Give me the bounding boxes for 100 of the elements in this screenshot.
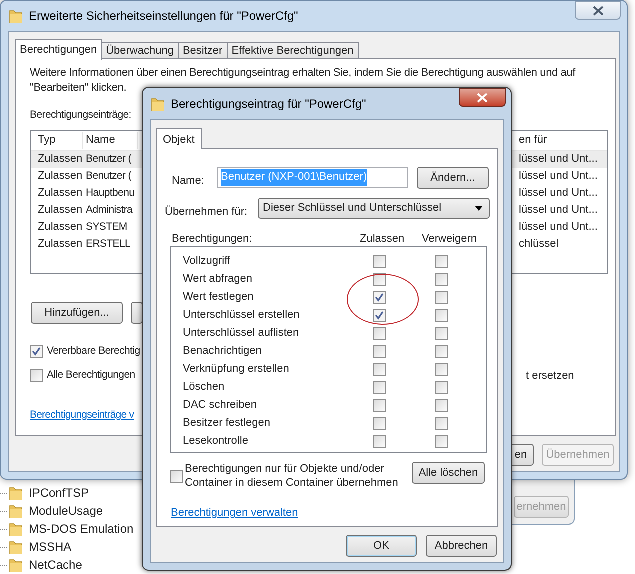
column-header: Verweigern <box>422 232 478 247</box>
table-cell-text: Zulassen <box>37 186 83 202</box>
window-title: Erweiterte Sicherheitseinstellungen für "PowerCfg" <box>29 8 298 25</box>
folder-icon <box>9 485 23 501</box>
checkbox[interactable] <box>373 416 386 430</box>
checkbox-label: Alle Berechtigungen <box>47 368 136 383</box>
permission-label: Unterschlüssel erstellen <box>182 308 301 323</box>
folder-icon <box>9 539 23 555</box>
checkbox[interactable] <box>373 326 386 340</box>
tree-line <box>0 528 7 530</box>
tree-item[interactable]: NetCache <box>29 556 82 574</box>
table-cell-text: lüssel und Unt... <box>518 152 599 168</box>
folder-icon <box>9 8 23 24</box>
tree-item[interactable]: MSSHA <box>29 538 72 556</box>
column-header[interactable]: Typ <box>31 132 83 149</box>
checkbox[interactable] <box>30 345 43 358</box>
label: Übernehmen für: <box>165 204 248 220</box>
checkbox[interactable] <box>435 254 448 268</box>
table-cell-text: Benutzer ( <box>85 152 132 167</box>
checkbox[interactable] <box>373 362 386 376</box>
checkbox[interactable] <box>435 326 448 340</box>
highlight-ellipse <box>347 274 419 325</box>
column-header[interactable]: en für <box>517 132 607 149</box>
checkbox[interactable] <box>435 380 448 394</box>
label: Berechtigungen: <box>172 232 252 247</box>
dropdown[interactable]: Dieser Schlüssel und Unterschlüssel <box>258 198 490 219</box>
checkbox[interactable] <box>373 290 386 304</box>
tab[interactable]: Berechtigungen <box>15 39 102 60</box>
folder-icon <box>9 521 23 537</box>
button[interactable]: OK <box>346 535 417 557</box>
selected-text: Benutzer (NXP-001\Benutzer) <box>221 169 368 186</box>
table-cell-text: Administra <box>85 202 134 218</box>
permission-label: Vollzugriff <box>182 254 232 269</box>
tree-item[interactable]: MS-DOS Emulation <box>29 520 134 538</box>
checkbox-label: t ersetzen <box>526 369 574 384</box>
checkbox[interactable] <box>435 308 448 322</box>
tree-line <box>0 546 7 548</box>
link[interactable]: Berechtigungen verwalten <box>171 505 298 522</box>
checkbox[interactable] <box>435 344 448 358</box>
table-cell-text: lüssel und Unt... <box>518 186 599 202</box>
permission-label: Besitzer festlegen <box>182 416 272 431</box>
permission-label: Wert festlegen <box>182 290 255 305</box>
checkbox[interactable] <box>435 272 448 286</box>
button[interactable] <box>131 302 143 324</box>
checkbox[interactable] <box>373 434 386 448</box>
table-cell-text: Zulassen <box>37 152 83 168</box>
tree-item[interactable]: ModuleUsage <box>29 502 104 520</box>
close-icon <box>592 6 604 16</box>
dialog-title: Berechtigungseintrag für "PowerCfg" <box>171 96 366 112</box>
table-cell-text: Zulassen <box>37 220 83 236</box>
checkbox[interactable] <box>373 398 386 412</box>
column-header[interactable]: Name <box>83 132 138 149</box>
table-cell-text: ERSTELL <box>85 236 132 252</box>
permission-label: Benachrichtigen <box>182 344 263 359</box>
table-cell-text: lüssel und Unt... <box>518 203 599 218</box>
checkbox-label: Vererbbare Berechtig <box>47 344 140 359</box>
checkbox[interactable] <box>30 369 43 382</box>
close-icon <box>477 92 488 102</box>
link[interactable]: Berechtigungseinträge v <box>30 408 134 424</box>
checkbox[interactable] <box>373 308 386 322</box>
label: Berechtigungseinträge: <box>30 108 132 123</box>
button[interactable]: Hinzufügen... <box>31 302 123 324</box>
column-header: Zulassen <box>360 232 405 247</box>
checkbox[interactable] <box>435 290 448 304</box>
checkbox[interactable] <box>435 398 448 412</box>
close-button[interactable] <box>575 1 621 20</box>
checkbox[interactable] <box>435 362 448 376</box>
table-cell-text: Hauptbenu <box>85 186 136 201</box>
tree-line <box>0 564 7 566</box>
table-cell-text: Benutzer ( <box>85 168 132 184</box>
checkbox[interactable] <box>373 272 386 286</box>
button[interactable]: Ändern... <box>417 167 489 189</box>
checkbox[interactable] <box>373 380 386 394</box>
label: Name: <box>172 174 204 189</box>
folder-icon <box>9 503 23 519</box>
tree-item[interactable]: IPConfTSP <box>29 484 90 502</box>
permission-label: Unterschlüssel auflisten <box>182 326 300 341</box>
table-cell-text: Zulassen <box>37 237 83 252</box>
folder-icon <box>9 557 23 573</box>
close-button[interactable] <box>459 88 506 107</box>
checkbox[interactable] <box>435 434 448 448</box>
permission-label: Verknüpfung erstellen <box>182 362 290 377</box>
tree-line <box>0 492 7 494</box>
table-cell-text: SYSTEM <box>85 220 128 235</box>
info-text: Weitere Informationen über einen Berechtigungseintrag erhalten Sie, indem Sie die Berechtigung auswählen und auf "Bearbeiten" klicken. <box>30 66 577 96</box>
permission-label: Löschen <box>182 380 226 395</box>
checkbox[interactable] <box>435 416 448 430</box>
permission-label: DAC schreiben <box>182 398 258 413</box>
checkbox[interactable] <box>373 344 386 358</box>
dropdown-arrow-icon <box>475 206 483 211</box>
checkbox[interactable] <box>373 254 386 268</box>
button[interactable]: Alle löschen <box>412 462 485 484</box>
table-cell-text: Zulassen <box>37 203 83 218</box>
button[interactable]: Abbrechen <box>426 535 497 557</box>
tree-line <box>0 510 7 512</box>
permission-label: Lesekontrolle <box>182 434 250 449</box>
tab[interactable]: Objekt <box>156 128 202 149</box>
folder-icon <box>151 96 165 112</box>
checkbox[interactable] <box>170 470 183 483</box>
table-cell-text: Zulassen <box>37 169 83 184</box>
